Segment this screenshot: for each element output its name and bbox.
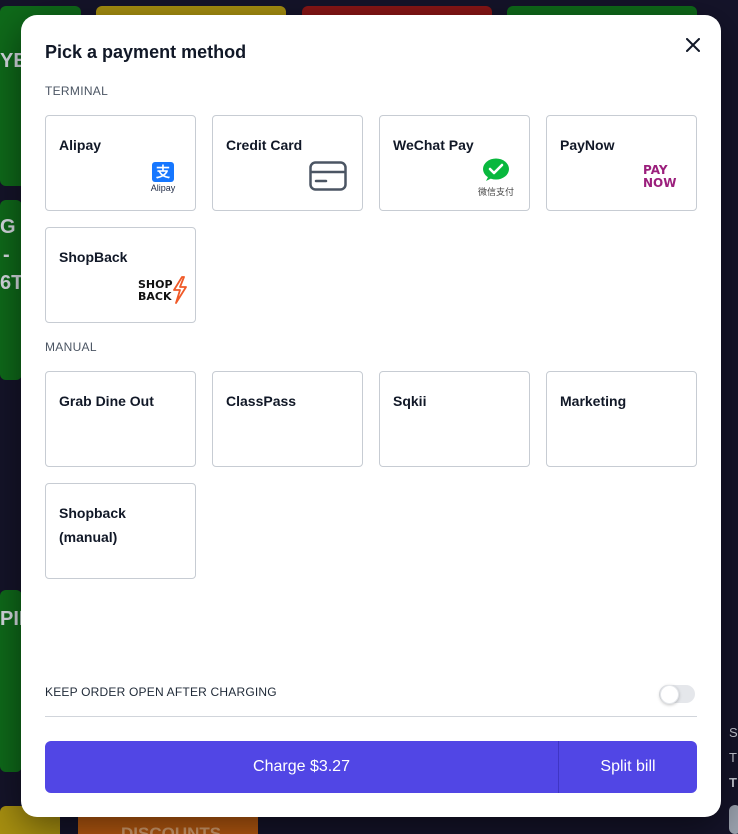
payment-method-label: PayNow: [560, 137, 615, 153]
payment-method-credit-card[interactable]: Credit Card: [212, 115, 363, 211]
bg-tile-text: G: [0, 216, 16, 238]
payment-method-alipay[interactable]: Alipay 支 Alipay: [45, 115, 196, 211]
payment-method-label: Credit Card: [226, 137, 303, 153]
payment-method-shopback-manual[interactable]: Shopback (manual): [45, 483, 196, 579]
payment-method-shopback[interactable]: ShopBack SHOP BACK: [45, 227, 196, 323]
divider: [45, 716, 697, 717]
modal-title: Pick a payment method: [45, 42, 247, 62]
keep-order-open-toggle[interactable]: [659, 685, 695, 704]
bg-tile-text: DISCOUNTS: [121, 824, 222, 834]
section-label-manual: MANUAL: [45, 340, 97, 354]
bg-tile-text: -: [3, 244, 10, 266]
payment-method-paynow[interactable]: PayNow PAY NOW: [546, 115, 697, 211]
close-icon[interactable]: [681, 33, 705, 57]
payment-method-grab-dine-out[interactable]: Grab Dine Out: [45, 371, 196, 467]
bg-tile-green-4: PIE: [0, 590, 22, 772]
section-label-terminal: TERMINAL: [45, 84, 109, 98]
bg-tile-text: 6T: [0, 272, 22, 294]
bg-summary-text: S: [729, 725, 738, 740]
payment-method-marketing[interactable]: Marketing: [546, 371, 697, 467]
split-bill-button[interactable]: Split bill: [559, 741, 697, 793]
charge-action-bar: Charge $3.27 Split bill: [45, 741, 697, 793]
bg-summary-text: T: [729, 750, 737, 765]
credit-card-icon: [309, 161, 347, 196]
toggle-knob: [660, 685, 679, 704]
svg-text:PAY: PAY: [643, 163, 668, 177]
payment-method-label: Shopback (manual): [59, 505, 126, 545]
bg-tile-green-3: G - 6T: [0, 200, 22, 380]
payment-method-modal: Pick a payment method TERMINAL Alipay 支 …: [21, 15, 721, 817]
wechat-pay-logo-text: 微信支付: [477, 188, 514, 198]
bg-tile-text: PIE: [0, 608, 22, 630]
svg-text:BACK: BACK: [138, 290, 172, 303]
payment-method-label: WeChat Pay: [393, 137, 474, 153]
payment-method-label: Alipay: [59, 137, 102, 153]
alipay-logo: 支 Alipay: [146, 162, 180, 194]
svg-text:NOW: NOW: [643, 176, 676, 190]
payment-method-label: Sqkii: [393, 393, 427, 409]
keep-order-open-label: KEEP ORDER OPEN AFTER CHARGING: [45, 685, 277, 699]
wechat-pay-logo: 微信支付: [476, 158, 516, 198]
payment-method-sqkii[interactable]: Sqkii: [379, 371, 530, 467]
payment-method-label: Marketing: [560, 393, 627, 409]
alipay-logo-text: Alipay: [150, 183, 176, 193]
payment-method-classpass[interactable]: ClassPass: [212, 371, 363, 467]
bg-summary-text: T: [729, 775, 737, 790]
payment-method-wechat-pay[interactable]: WeChat Pay 微信支付: [379, 115, 530, 211]
charge-button[interactable]: Charge $3.27: [45, 741, 559, 793]
bg-button: [729, 805, 738, 834]
shopback-logo: SHOP BACK: [138, 276, 188, 304]
svg-text:支: 支: [155, 164, 171, 181]
paynow-logo: PAY NOW: [643, 162, 683, 190]
payment-method-label: ShopBack: [59, 249, 128, 265]
payment-method-label: Grab Dine Out: [59, 393, 154, 409]
payment-method-label: ClassPass: [226, 393, 297, 409]
